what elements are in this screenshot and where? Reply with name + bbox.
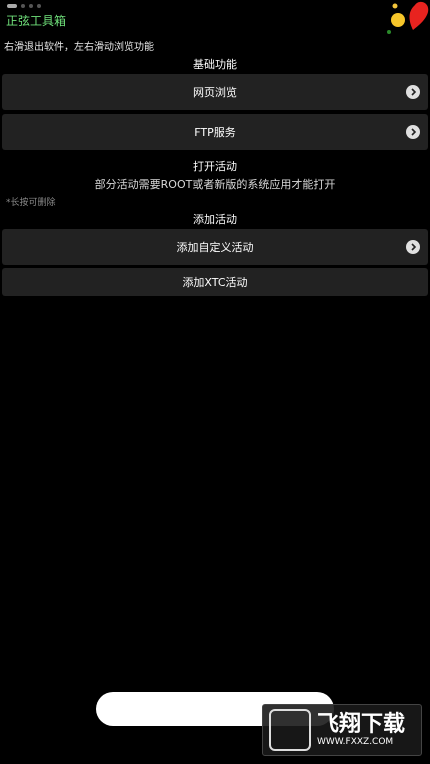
open-activity-subtitle: 部分活动需要ROOT或者新版的系统应用才能打开 (94, 178, 336, 191)
ornament-icon (387, 1, 429, 34)
page-dot (7, 4, 17, 8)
watermark: 飞翔下载 WWW.FXXZ.COM (262, 704, 422, 756)
section-title-basic: 基础功能 (193, 58, 237, 71)
long-press-note: *长按可删除 (6, 198, 56, 208)
section-title-add-activity: 添加活动 (193, 213, 237, 226)
web-browse-row[interactable]: 网页浏览 (2, 74, 428, 110)
section-title-open-activity: 打开活动 (193, 160, 237, 173)
chevron-right-icon (406, 240, 420, 254)
add-custom-activity-row[interactable]: 添加自定义活动 (2, 229, 428, 265)
watermark-logo-icon (269, 709, 311, 751)
page-dot (21, 4, 25, 8)
app-title: 正弦工具箱 (6, 14, 67, 28)
page-dot (29, 4, 33, 8)
chevron-right-icon (406, 125, 420, 139)
swipe-hint: 右滑退出软件，左右滑动浏览功能 (4, 42, 154, 53)
row-label: FTP服务 (194, 126, 236, 139)
row-label: 添加自定义活动 (176, 241, 254, 254)
page-dot (37, 4, 41, 8)
row-label: 网页浏览 (193, 86, 237, 99)
chevron-right-icon (406, 85, 420, 99)
row-label: 添加XTC活动 (182, 276, 248, 289)
page-indicator (7, 4, 41, 8)
add-xtc-activity-row[interactable]: 添加XTC活动 (2, 268, 428, 296)
watermark-url: WWW.FXXZ.COM (317, 737, 394, 747)
ftp-service-row[interactable]: FTP服务 (2, 114, 428, 150)
watermark-title: 飞翔下载 (317, 712, 406, 737)
